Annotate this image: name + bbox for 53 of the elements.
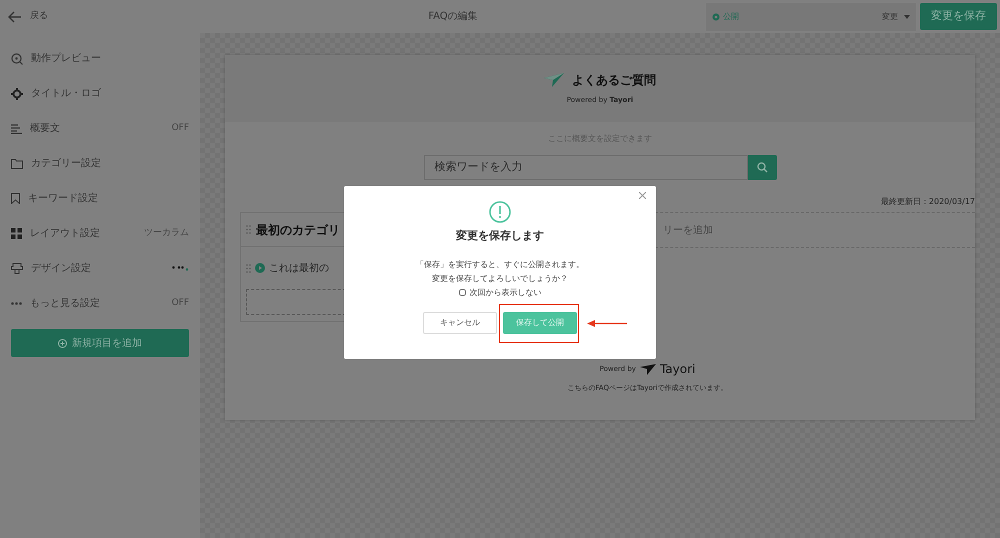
dialog-message: 「保存」を実行すると、すぐに公開されます。 bbox=[416, 258, 584, 270]
brush-icon bbox=[11, 263, 23, 274]
status-label: 公開 bbox=[723, 10, 740, 22]
search-field[interactable]: 検索ワードを入力 bbox=[424, 155, 748, 180]
change-dropdown[interactable]: 変更 bbox=[876, 10, 904, 22]
logo-icon bbox=[544, 73, 564, 88]
plus-circle-icon bbox=[58, 338, 67, 348]
back-link[interactable]: 戻る bbox=[30, 10, 200, 24]
sidebar-item[interactable]: 概要文 bbox=[30, 121, 172, 136]
drag-handle-icon[interactable] bbox=[246, 225, 251, 234]
status-dot-icon bbox=[712, 12, 720, 20]
setting-value: OFF bbox=[172, 122, 189, 135]
gear-icon bbox=[11, 88, 23, 100]
sidebar-item[interactable]: デザイン設定 bbox=[31, 261, 172, 276]
drag-handle-icon[interactable] bbox=[246, 264, 251, 272]
sidebar-item[interactable]: カテゴリー設定 bbox=[31, 156, 189, 171]
close-icon[interactable] bbox=[639, 192, 646, 199]
sidebar-item[interactable]: 動作プレビュー bbox=[31, 51, 189, 66]
play-icon bbox=[255, 263, 265, 273]
brand-name: Tayori bbox=[660, 361, 696, 378]
more-icon bbox=[11, 302, 22, 305]
save-and-publish-button[interactable]: 保存して公開 bbox=[503, 312, 577, 334]
add-item-button[interactable]: 新規項目を追加 bbox=[11, 329, 189, 357]
dialog-message: 変更を保存してよろしいでしょうか？ bbox=[431, 272, 569, 284]
cancel-button[interactable]: キャンセル bbox=[423, 312, 497, 334]
text-lines-icon bbox=[11, 124, 22, 134]
sidebar-item[interactable]: もっと見る設定 bbox=[30, 296, 172, 311]
back-arrow-icon[interactable] bbox=[8, 10, 22, 22]
save-changes-button[interactable]: 変更を保存 bbox=[920, 3, 997, 30]
arrow-icon bbox=[587, 320, 627, 326]
search-button[interactable] bbox=[748, 155, 776, 180]
search-icon bbox=[756, 162, 768, 173]
page-title: FAQの編集 bbox=[427, 10, 479, 24]
dont-show-checkbox[interactable] bbox=[458, 289, 466, 296]
exclamation-icon bbox=[489, 201, 511, 223]
category-title: 最初のカテゴリ bbox=[256, 222, 340, 238]
last-updated-text: 最終更新日：2020/03/17 bbox=[880, 196, 975, 208]
sidebar-item[interactable]: タイトル・ロゴ bbox=[31, 86, 189, 101]
bookmark-icon bbox=[11, 193, 20, 204]
sidebar-item[interactable]: キーワード設定 bbox=[28, 191, 189, 206]
caret-icon bbox=[904, 14, 910, 18]
checkbox-label: 次回から表示しない bbox=[470, 286, 542, 298]
setting-value: ツーカラム bbox=[144, 226, 189, 240]
dialog-title: 変更を保存します bbox=[456, 228, 544, 244]
faq-title: よくあるご質問 bbox=[572, 72, 656, 90]
question-item[interactable]: これは最初の bbox=[269, 260, 329, 276]
setting-value: OFF bbox=[172, 296, 189, 310]
logo-icon bbox=[640, 364, 656, 374]
color-dots-icon bbox=[172, 266, 189, 271]
folder-icon bbox=[11, 158, 23, 168]
sidebar-item[interactable]: レイアウト設定 bbox=[30, 226, 144, 241]
preview-icon bbox=[11, 52, 23, 64]
grid-icon bbox=[11, 228, 22, 239]
